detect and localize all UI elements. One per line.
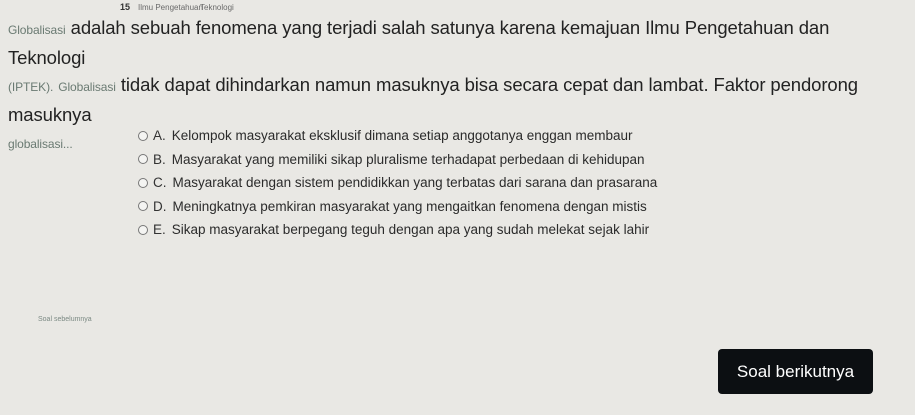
question-tail: globalisasi... [8,137,73,151]
radio-circle-icon[interactable] [138,154,148,165]
radio-circle-icon[interactable] [138,177,148,188]
option-text: Masyarakat dengan sistem pendidikkan yan… [172,175,658,191]
question-number: 15 [120,2,131,12]
question-meta-right: Teknologi [200,2,234,12]
option-letter: E. [153,222,166,238]
previous-question-link[interactable]: Soal sebelumnya [38,316,92,323]
question-term2: Globalisasi [58,80,116,94]
question-text-part1: adalah sebuah fenomena yang terjadi sala… [8,17,830,68]
option-text: Kelompok masyarakat eksklusif dimana set… [171,128,633,144]
question-header: 15 Ilmu Pengetahuan Teknologi [0,0,915,14]
option-e[interactable]: E. Sikap masyarakat berpegang teguh deng… [138,218,858,242]
option-letter: D. [153,198,167,214]
option-letter: C. [153,175,167,191]
question-term: Globalisasi [8,23,66,37]
option-text: Sikap masyarakat berpegang teguh dengan … [171,222,650,238]
radio-circle-icon[interactable] [138,224,148,235]
answer-options: A. Kelompok masyarakat eksklusif dimana … [138,124,858,242]
option-letter: A. [153,128,166,144]
option-letter: B. [153,151,166,167]
option-text: Meningkatnya pemkiran masyarakat yang me… [172,198,647,214]
option-d[interactable]: D. Meningkatnya pemkiran masyarakat yang… [138,195,858,219]
question-abbr: (IPTEK). [8,80,54,94]
radio-circle-icon[interactable] [138,130,148,141]
option-c[interactable]: C. Masyarakat dengan sistem pendidikkan … [138,171,858,195]
next-question-button[interactable]: Soal berikutnya [718,349,873,394]
option-text: Masyarakat yang memiliki sikap pluralism… [171,151,645,167]
question-meta-left: Ilmu Pengetahuan [138,2,203,12]
option-b[interactable]: B. Masyarakat yang memiliki sikap plural… [138,148,858,172]
option-a[interactable]: A. Kelompok masyarakat eksklusif dimana … [138,124,858,148]
radio-circle-icon[interactable] [138,201,148,212]
question-text-part2: tidak dapat dihindarkan namun masuknya b… [8,74,858,125]
